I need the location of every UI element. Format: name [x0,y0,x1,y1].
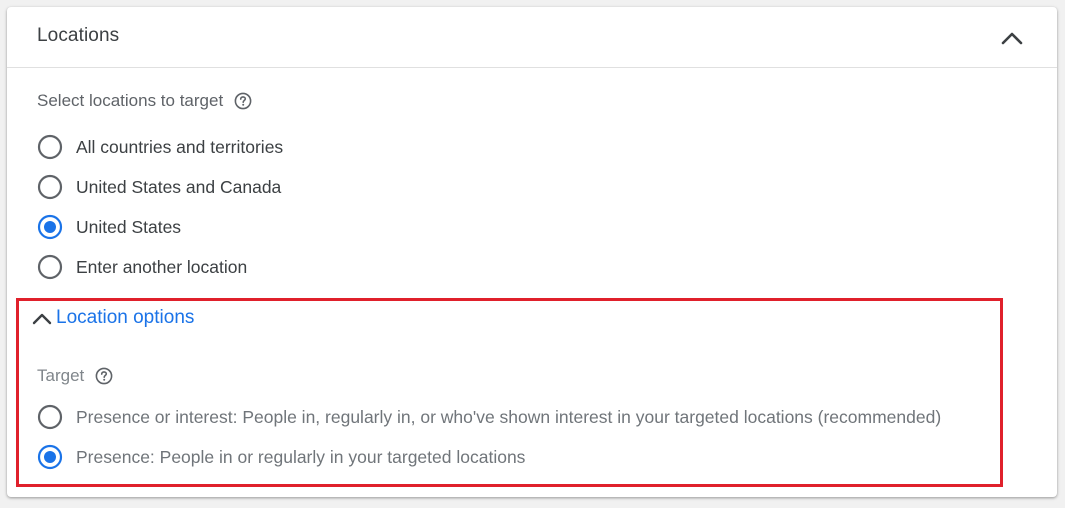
select-locations-label: Select locations to target [37,91,253,111]
radio-checked-icon[interactable] [37,444,63,470]
target-text: Target [37,366,85,385]
locations-card: Locations Select locations to target All… [7,7,1057,497]
collapse-button[interactable] [995,23,1029,53]
chevron-up-icon [32,313,52,325]
radio-all-countries[interactable]: All countries and territories [37,133,283,161]
radio-us-canada[interactable]: United States and Canada [37,173,281,201]
help-icon[interactable] [94,366,114,386]
radio-presence[interactable]: Presence: People in or regularly in your… [37,443,525,471]
radio-label: United States [76,216,182,237]
radio-checked-icon[interactable] [37,214,63,240]
radio-unchecked-icon[interactable] [37,174,63,200]
radio-label: United States and Canada [76,176,282,197]
radio-united-states[interactable]: United States [37,213,181,241]
card-title: Locations [37,25,120,46]
radio-label: Presence: People in or regularly in your… [76,446,526,467]
radio-unchecked-icon[interactable] [37,254,63,280]
card-header[interactable]: Locations [7,7,1057,68]
location-options-toggle[interactable]: Location options [32,305,194,331]
radio-unchecked-icon[interactable] [37,134,63,160]
chevron-up-icon [1001,32,1023,45]
location-options-label[interactable]: Location options [56,307,194,329]
select-locations-text: Select locations to target [37,91,224,110]
target-label: Target [37,366,114,386]
radio-label: Presence or interest: People in, regular… [76,406,942,427]
radio-unchecked-icon[interactable] [37,404,63,430]
radio-label: Enter another location [76,256,248,277]
radio-presence-or-interest[interactable]: Presence or interest: People in, regular… [37,403,941,431]
help-icon[interactable] [233,91,253,111]
radio-another-location[interactable]: Enter another location [37,253,247,281]
radio-label: All countries and territories [76,136,284,157]
